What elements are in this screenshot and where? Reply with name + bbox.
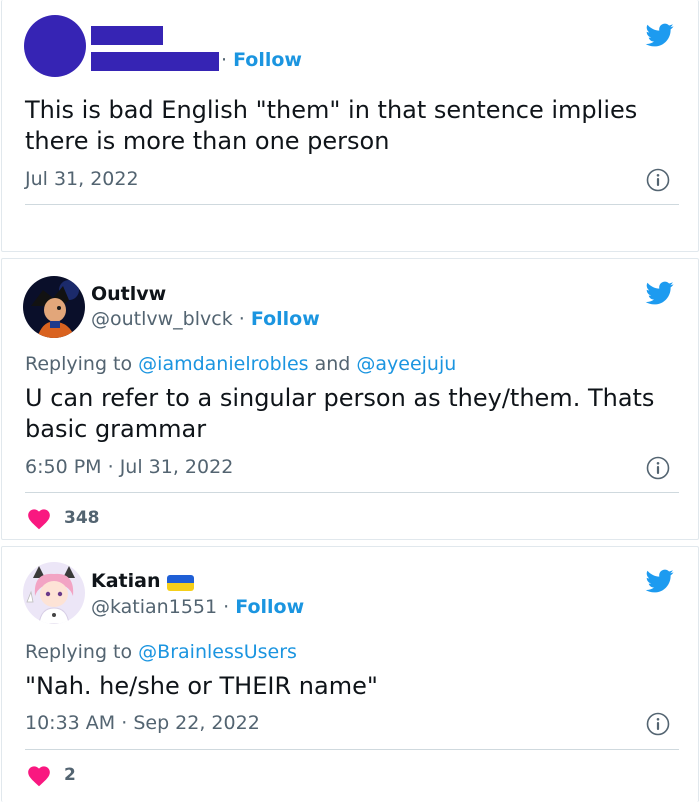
avatar-image — [23, 562, 85, 624]
tweet-feed: · Follow This is bad English "them" in t… — [0, 0, 700, 802]
reply-mention[interactable]: @ayeejuju — [356, 353, 456, 375]
redacted-name — [91, 26, 163, 45]
tweet-text: U can refer to a singular person as they… — [25, 384, 655, 443]
tweet-card-1[interactable]: · Follow This is bad English "them" in t… — [1, 0, 699, 252]
tweet-divider — [25, 204, 679, 205]
avatar-image — [23, 276, 85, 338]
info-icon[interactable] — [646, 456, 670, 480]
like-count: 348 — [64, 508, 100, 528]
tweet-divider — [25, 492, 679, 493]
twitter-bird-icon[interactable] — [644, 21, 676, 49]
user-handle[interactable]: @outlvw_blvck — [91, 308, 233, 330]
like-button[interactable]: 2 — [26, 761, 76, 789]
info-icon[interactable] — [646, 712, 670, 736]
ukraine-flag-icon — [167, 575, 194, 591]
replying-to: Replying to @iamdanielrobles and @ayeeju… — [25, 353, 456, 375]
date-label: Jul 31, 2022 — [25, 168, 139, 190]
handle-line: @outlvw_blvck · Follow — [91, 308, 320, 330]
separator-dot: · — [121, 712, 128, 734]
user-handle[interactable]: @katian1551 — [91, 596, 217, 618]
heart-icon — [28, 766, 50, 787]
follow-button[interactable]: Follow — [235, 596, 304, 618]
display-name[interactable]: Outlvw — [91, 283, 166, 305]
avatar[interactable] — [23, 562, 85, 624]
like-count: 2 — [64, 765, 76, 785]
follow-button[interactable]: Follow — [233, 49, 302, 71]
date-label: Jul 31, 2022 — [119, 456, 234, 478]
reply-prefix: Replying to — [25, 641, 133, 663]
tweet-card-2[interactable]: Outlvw @outlvw_blvck · Follow Replying t… — [1, 258, 699, 540]
tweet-timestamp[interactable]: 10:33 AM · Sep 22, 2022 — [25, 712, 260, 734]
display-name[interactable]: Katian — [91, 570, 161, 592]
time-label: 6:50 PM — [25, 456, 102, 478]
avatar-redacted[interactable] — [24, 15, 86, 77]
twitter-bird-icon[interactable] — [644, 279, 676, 307]
separator-dot: · — [107, 456, 114, 478]
redacted-handle — [91, 52, 219, 71]
handle-line: @katian1551 · Follow — [91, 596, 304, 618]
reply-mention[interactable]: @BrainlessUsers — [138, 641, 297, 663]
replying-to: Replying to @BrainlessUsers — [25, 641, 297, 663]
tweet-divider — [25, 749, 679, 750]
twitter-bird-icon[interactable] — [644, 567, 676, 595]
reply-joiner: and — [314, 353, 351, 375]
follow-button[interactable]: Follow — [251, 308, 320, 330]
heart-icon — [28, 509, 50, 530]
flag-bottom-stripe — [167, 583, 194, 591]
date-label: Sep 22, 2022 — [133, 712, 260, 734]
separator-dot: · — [223, 596, 230, 618]
tweet-card-3[interactable]: Katian @katian1551 · Follow Replying to … — [1, 546, 699, 802]
reply-mention[interactable]: @iamdanielrobles — [138, 353, 308, 375]
tweet-text: "Nah. he/she or THEIR name" — [25, 672, 378, 700]
info-icon[interactable] — [646, 168, 670, 192]
time-label: 10:33 AM — [25, 712, 116, 734]
tweet-timestamp[interactable]: 6:50 PM · Jul 31, 2022 — [25, 456, 233, 478]
separator-dot: · — [238, 308, 245, 330]
avatar[interactable] — [23, 276, 85, 338]
tweet-date[interactable]: Jul 31, 2022 — [25, 168, 139, 190]
reply-prefix: Replying to — [25, 353, 133, 375]
like-button[interactable]: 348 — [26, 504, 100, 532]
tweet-text: This is bad English "them" in that sente… — [25, 96, 638, 155]
separator-dot: · — [221, 49, 228, 71]
flag-top-stripe — [167, 575, 194, 583]
follow-line: · Follow — [221, 49, 302, 71]
